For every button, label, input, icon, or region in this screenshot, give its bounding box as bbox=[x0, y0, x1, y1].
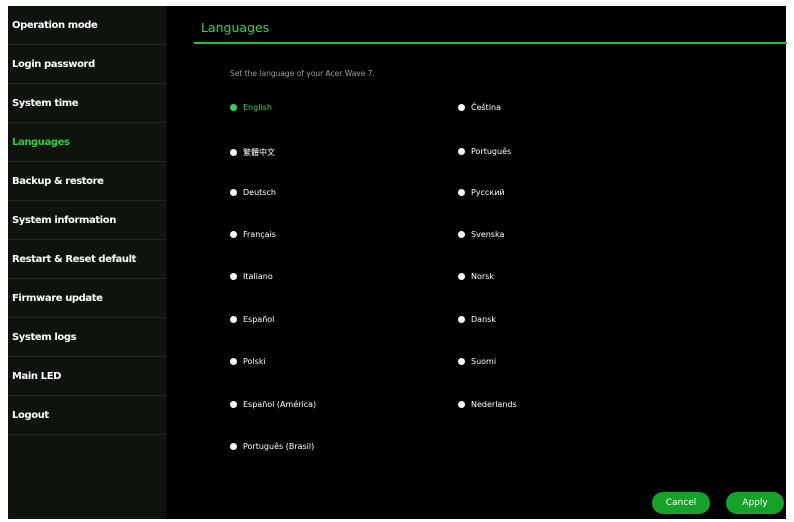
language-option-polski[interactable]: Polski bbox=[230, 357, 266, 366]
radio-icon bbox=[458, 189, 465, 196]
language-option-svenska[interactable]: Svenska bbox=[458, 230, 504, 239]
language-label: Português (Brasil) bbox=[243, 442, 315, 451]
sidebar-item-backup-restore[interactable]: Backup & restore bbox=[8, 162, 166, 201]
radio-icon bbox=[458, 231, 465, 238]
language-option-norsk[interactable]: Norsk bbox=[458, 272, 494, 281]
sidebar-item-login-password[interactable]: Login password bbox=[8, 45, 166, 84]
apply-button[interactable]: Apply bbox=[726, 492, 784, 514]
language-label: Português bbox=[471, 147, 512, 156]
language-option-espanol[interactable]: Español bbox=[230, 315, 274, 324]
radio-icon bbox=[458, 148, 465, 155]
language-option-suomi[interactable]: Suomi bbox=[458, 357, 496, 366]
language-option-espanol-america[interactable]: Español (América) bbox=[230, 400, 316, 409]
radio-icon bbox=[458, 104, 465, 111]
language-label: 繁體中文 bbox=[243, 148, 275, 157]
language-label: Español bbox=[243, 315, 275, 324]
sidebar-item-main-led[interactable]: Main LED bbox=[8, 357, 166, 396]
page-title: Languages bbox=[201, 20, 270, 35]
language-option-italiano[interactable]: Italiano bbox=[230, 272, 273, 281]
language-option-francais[interactable]: Français bbox=[230, 230, 276, 239]
sidebar-item-restart-reset[interactable]: Restart & Reset default bbox=[8, 240, 166, 279]
language-option-cestina[interactable]: Čeština bbox=[458, 103, 501, 112]
cancel-button[interactable]: Cancel bbox=[652, 492, 710, 514]
language-label: Čeština bbox=[471, 103, 502, 112]
language-label: Русский bbox=[471, 188, 505, 197]
language-option-nederlands[interactable]: Nederlands bbox=[458, 400, 517, 409]
app-window: Operation mode Login password System tim… bbox=[8, 6, 787, 519]
radio-icon bbox=[230, 149, 237, 156]
sidebar-item-firmware-update[interactable]: Firmware update bbox=[8, 279, 166, 318]
radio-icon bbox=[230, 231, 237, 238]
language-label: Italiano bbox=[243, 272, 273, 281]
radio-icon bbox=[230, 443, 237, 450]
language-label: Svenska bbox=[471, 230, 505, 239]
language-label: Français bbox=[243, 230, 276, 239]
language-label: Deutsch bbox=[243, 188, 276, 197]
radio-selected-icon bbox=[230, 104, 237, 111]
language-option-portugues[interactable]: Português bbox=[458, 147, 511, 156]
radio-icon bbox=[230, 189, 237, 196]
sidebar-item-system-time[interactable]: System time bbox=[8, 84, 166, 123]
language-option-english[interactable]: English bbox=[230, 103, 272, 112]
sidebar-item-system-logs[interactable]: System logs bbox=[8, 318, 166, 357]
radio-icon bbox=[458, 358, 465, 365]
language-option-traditional-chinese[interactable]: 繁體中文 bbox=[230, 147, 275, 158]
language-option-dansk[interactable]: Dansk bbox=[458, 315, 496, 324]
language-hint: Set the language of your Acer Wave 7. bbox=[230, 69, 375, 78]
main-panel: Languages Set the language of your Acer … bbox=[166, 6, 787, 519]
language-label: Suomi bbox=[471, 357, 497, 366]
language-label: Norsk bbox=[471, 272, 494, 281]
sidebar: Operation mode Login password System tim… bbox=[8, 6, 166, 519]
language-option-portugues-brasil[interactable]: Português (Brasil) bbox=[230, 442, 314, 451]
language-option-russian[interactable]: Русский bbox=[458, 188, 505, 197]
language-label: Polski bbox=[243, 357, 266, 366]
title-underline bbox=[194, 42, 787, 44]
language-label: English bbox=[243, 103, 272, 112]
language-option-deutsch[interactable]: Deutsch bbox=[230, 188, 276, 197]
sidebar-item-languages[interactable]: Languages bbox=[8, 123, 166, 162]
radio-icon bbox=[458, 401, 465, 408]
radio-icon bbox=[230, 358, 237, 365]
language-label: Nederlands bbox=[471, 400, 517, 409]
radio-icon bbox=[458, 273, 465, 280]
radio-icon bbox=[230, 316, 237, 323]
language-label: Dansk bbox=[471, 315, 496, 324]
sidebar-item-operation-mode[interactable]: Operation mode bbox=[8, 6, 166, 45]
sidebar-item-logout[interactable]: Logout bbox=[8, 396, 166, 435]
radio-icon bbox=[230, 273, 237, 280]
radio-icon bbox=[230, 401, 237, 408]
language-label: Español (América) bbox=[243, 400, 317, 409]
sidebar-item-system-information[interactable]: System information bbox=[8, 201, 166, 240]
radio-icon bbox=[458, 316, 465, 323]
